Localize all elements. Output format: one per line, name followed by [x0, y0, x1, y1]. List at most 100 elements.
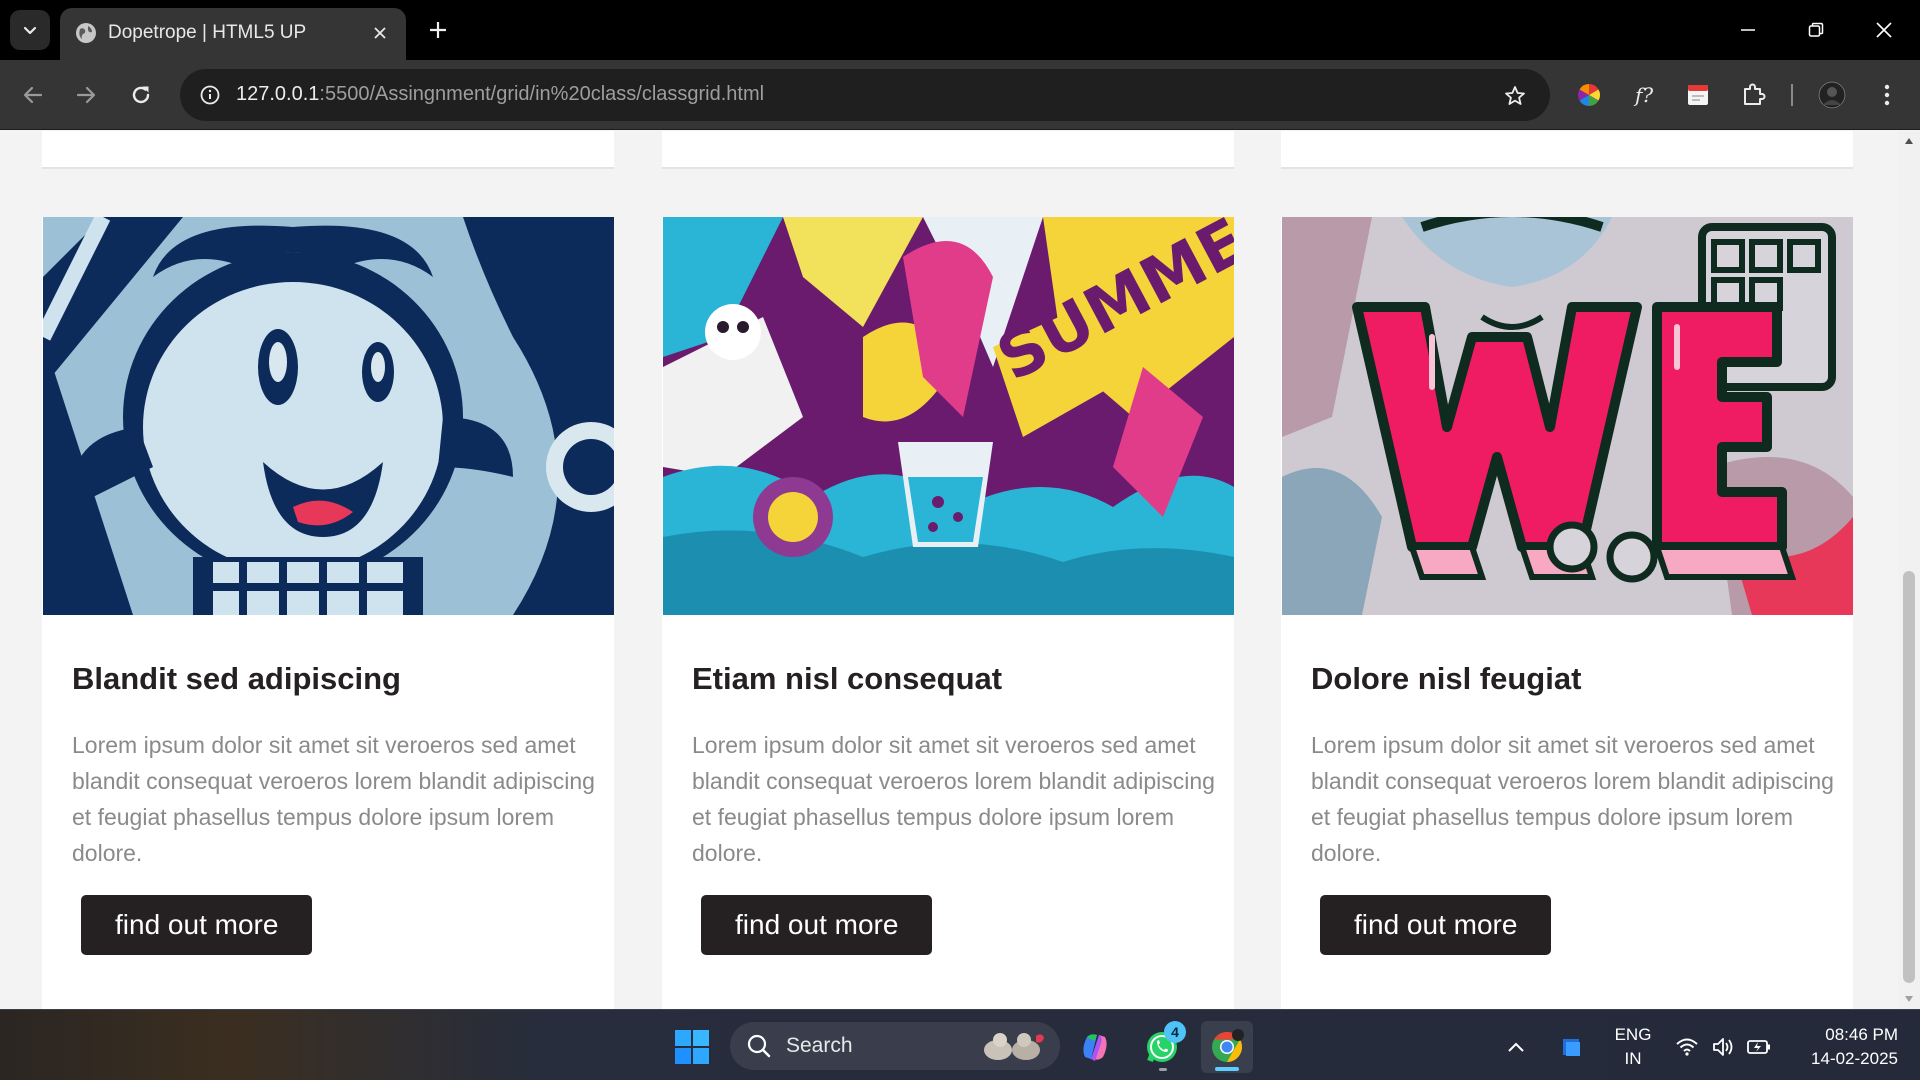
svg-text:f?: f?	[1633, 83, 1653, 107]
page-viewport: Blandit sed adipiscing Lorem ipsum dolor…	[0, 131, 1898, 1009]
clock-date: 14-02-2025	[1811, 1049, 1898, 1068]
minimize-button[interactable]	[1720, 8, 1776, 52]
find-out-more-button[interactable]: find out more	[81, 895, 313, 955]
info-icon	[200, 85, 220, 105]
whatsapp-button[interactable]: 4	[1136, 1021, 1188, 1073]
url-text: 127.0.0.1:5500/Assingnment/grid/in%20cla…	[236, 83, 764, 106]
copilot-button[interactable]	[1069, 1021, 1121, 1073]
previous-card-bottom	[1281, 131, 1853, 169]
battery-charging-icon	[1747, 1040, 1770, 1054]
color-picker-extension-button[interactable]	[1571, 77, 1607, 113]
search-label: Search	[786, 1034, 853, 1057]
card-etiam: SUMME Etiam nisl consequat Lorem ipsum d…	[662, 217, 1234, 1009]
search-icon	[747, 1034, 771, 1058]
forward-button[interactable]	[64, 73, 108, 117]
windows-logo-icon	[675, 1030, 709, 1064]
font-finder-icon: f?	[1633, 83, 1653, 107]
language-indicator[interactable]: ENG IN	[1608, 1023, 1658, 1071]
tray-app-button[interactable]	[1552, 1021, 1592, 1073]
chrome-button[interactable]	[1201, 1021, 1253, 1073]
restore-button[interactable]	[1788, 8, 1844, 52]
extensions-button[interactable]	[1735, 77, 1771, 113]
url-host: 127.0.0.1	[236, 83, 320, 105]
card-image-character[interactable]	[43, 217, 614, 615]
tray-app-icon	[1563, 1039, 1580, 1056]
close-window-button[interactable]	[1856, 8, 1912, 52]
cartoon-character-image	[43, 217, 614, 615]
windows-taskbar: Search 4 ENG IN 08:46 PM 14-02-2025	[0, 1009, 1920, 1080]
copilot-icon	[1083, 1034, 1107, 1061]
find-out-more-button[interactable]: find out more	[701, 895, 933, 955]
star-icon	[1505, 86, 1525, 105]
address-bar[interactable]: 127.0.0.1:5500/Assingnment/grid/in%20cla…	[180, 69, 1550, 121]
puzzle-icon	[1744, 83, 1766, 105]
chrome-active-indicator	[1215, 1067, 1239, 1071]
wifi-icon	[1676, 1038, 1698, 1056]
tab-search-button[interactable]	[10, 10, 50, 50]
site-info-button[interactable]	[192, 77, 228, 113]
battery-button[interactable]	[1742, 1021, 1776, 1073]
card-title: Etiam nisl consequat	[692, 661, 1003, 696]
close-icon	[1876, 22, 1892, 38]
triangle-up-icon	[1905, 138, 1913, 144]
tab-close-button[interactable]	[366, 19, 394, 47]
url-path: :5500/Assingnment/grid/in%20class/classg…	[319, 83, 765, 105]
taskbar-search-box[interactable]: Search	[730, 1022, 1060, 1070]
card-dolore: WE Dolore nisl feugiat Lorem ipsum dolor…	[1281, 217, 1853, 1009]
scrollbar-thumb[interactable]	[1903, 571, 1915, 983]
profile-button[interactable]	[1814, 77, 1850, 113]
chrome-icon	[1212, 1029, 1244, 1062]
browser-tab-strip: Dopetrope | HTML5 UP	[0, 0, 1920, 60]
toolbar-divider	[1791, 84, 1793, 106]
arrow-left-icon	[23, 86, 43, 104]
whatsapp-notification-badge: 4	[1164, 1021, 1186, 1043]
card-image-we[interactable]: WE	[1282, 217, 1853, 615]
new-tab-button[interactable]	[418, 12, 458, 48]
globe-icon	[76, 23, 96, 43]
wifi-button[interactable]	[1670, 1021, 1704, 1073]
taskbar-clock[interactable]: 08:46 PM 14-02-2025	[1790, 1023, 1898, 1071]
calendar-extension-button[interactable]	[1680, 77, 1716, 113]
minimize-icon	[1741, 29, 1755, 31]
previous-card-bottom	[42, 131, 614, 169]
fonts-extension-button[interactable]: f?	[1627, 77, 1663, 113]
restore-icon	[1808, 22, 1824, 37]
chevron-down-icon	[23, 26, 37, 35]
language-code: ENG	[1614, 1025, 1652, 1044]
speaker-icon	[1713, 1038, 1733, 1056]
card-description: Lorem ipsum dolor sit amet sit veroeros …	[1311, 732, 1834, 866]
browser-menu-button[interactable]	[1869, 77, 1905, 113]
card-image-summer[interactable]: SUMME	[663, 217, 1234, 615]
show-hidden-icons-button[interactable]	[1500, 1021, 1532, 1073]
start-button[interactable]	[666, 1021, 718, 1073]
plus-icon	[430, 22, 446, 38]
region-code: IN	[1624, 1049, 1642, 1068]
reload-icon	[132, 86, 150, 104]
card-title: Blandit sed adipiscing	[72, 661, 401, 696]
card-description: Lorem ipsum dolor sit amet sit veroeros …	[72, 732, 595, 866]
search-highlight-birds-icon	[984, 1033, 1044, 1060]
scroll-down-button[interactable]	[1898, 989, 1920, 1009]
volume-button[interactable]	[1706, 1021, 1740, 1073]
color-wheel-icon	[1578, 84, 1600, 106]
clock-time: 08:46 PM	[1825, 1025, 1898, 1044]
more-vertical-icon	[1884, 84, 1890, 106]
page-scrollbar[interactable]	[1898, 131, 1920, 1009]
arrow-right-icon	[76, 86, 96, 104]
card-blandit: Blandit sed adipiscing Lorem ipsum dolor…	[42, 217, 614, 1009]
previous-card-bottom	[662, 131, 1234, 169]
close-icon	[374, 27, 386, 39]
card-title: Dolore nisl feugiat	[1311, 661, 1582, 696]
card-description: Lorem ipsum dolor sit amet sit veroeros …	[692, 732, 1215, 866]
whatsapp-running-indicator	[1159, 1068, 1167, 1071]
scroll-up-button[interactable]	[1898, 131, 1920, 151]
browser-toolbar: 127.0.0.1:5500/Assingnment/grid/in%20cla…	[0, 60, 1920, 130]
calendar-icon	[1688, 85, 1708, 105]
reload-button[interactable]	[119, 73, 163, 117]
avatar-icon	[1818, 81, 1846, 109]
back-button[interactable]	[11, 73, 55, 117]
tab-title: Dopetrope | HTML5 UP	[108, 22, 307, 43]
find-out-more-button[interactable]: find out more	[1320, 895, 1552, 955]
browser-tab[interactable]: Dopetrope | HTML5 UP	[60, 8, 406, 60]
bookmark-button[interactable]	[1498, 79, 1532, 113]
